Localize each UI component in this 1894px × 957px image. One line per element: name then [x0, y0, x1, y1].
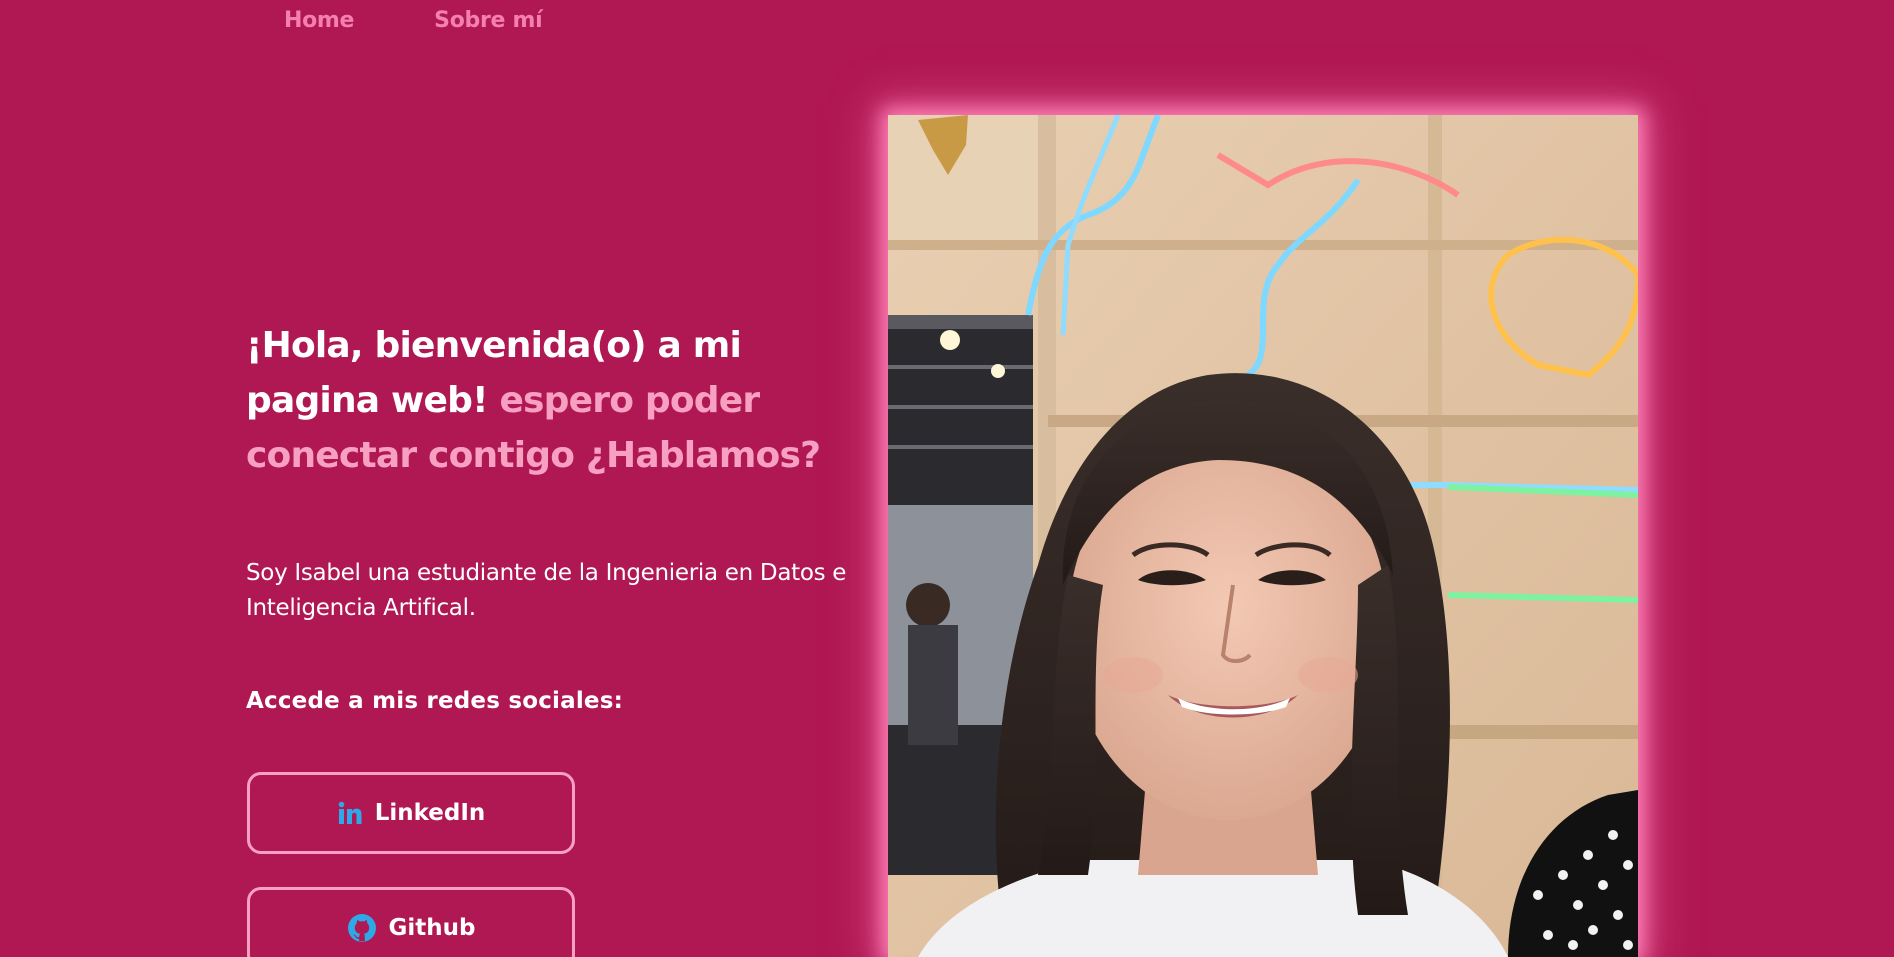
nav-link-sobre-mi[interactable]: Sobre mí: [434, 8, 543, 33]
linkedin-label: LinkedIn: [374, 800, 486, 826]
hero-heading: ¡Hola, bienvenida(o) a mi pagina web! es…: [246, 318, 886, 483]
intro-text: Soy Isabel una estudiante de la Ingenier…: [246, 560, 847, 621]
nav-link-home[interactable]: Home: [284, 8, 354, 33]
linkedin-button[interactable]: LinkedIn: [247, 772, 575, 854]
social-title: Accede a mis redes sociales:: [246, 688, 624, 714]
page: Home Sobre mí ¡Hola, bienvenida(o) a mi …: [0, 0, 1894, 957]
linkedin-icon: [337, 800, 363, 826]
github-label: Github: [388, 915, 476, 941]
github-icon: [347, 913, 377, 943]
github-button[interactable]: Github: [247, 887, 575, 957]
profile-photo-illustration: [888, 115, 1638, 957]
top-nav: Home Sobre mí: [284, 8, 543, 33]
profile-photo: [888, 115, 1638, 957]
